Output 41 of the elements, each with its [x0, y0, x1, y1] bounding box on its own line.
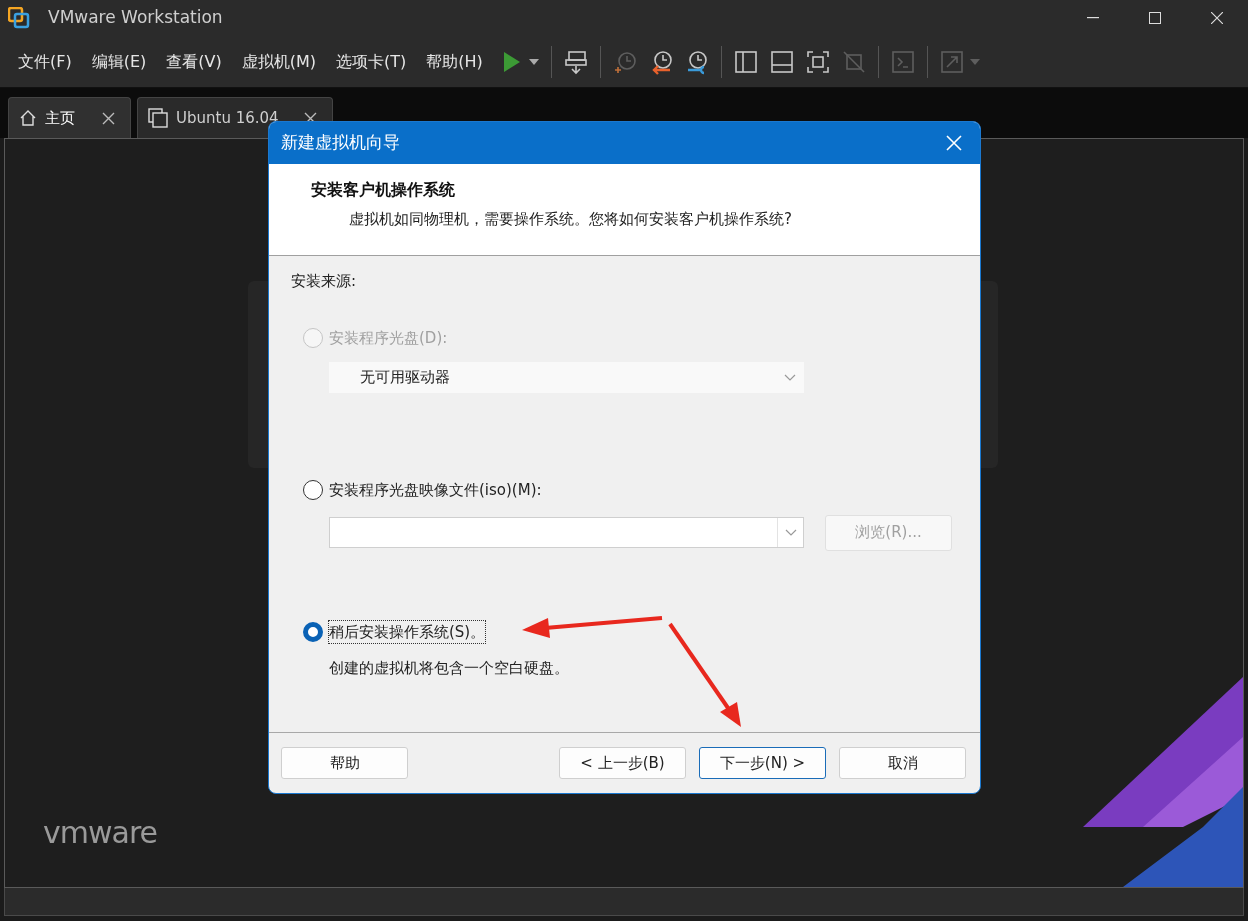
bottom-panel-layout-icon [768, 48, 795, 75]
keyboard-arrow-icon [562, 48, 589, 75]
maximize-icon [1149, 12, 1161, 24]
menu-item[interactable]: 选项卡(T) [326, 45, 417, 78]
dropdown-field[interactable] [329, 517, 804, 548]
menu-item[interactable]: 虚拟机(M) [231, 45, 326, 78]
home-icon [19, 109, 37, 127]
section-label: 安装来源: [291, 271, 358, 292]
close-icon [1211, 12, 1223, 24]
menu-item[interactable]: 帮助(H) [416, 45, 493, 78]
close-icon [946, 135, 962, 151]
page-description: 虚拟机如同物理机，需要操作系统。您将如何安装客户机操作系统? [349, 209, 793, 230]
chevron-down-icon [784, 529, 797, 536]
menu-item[interactable]: 文件(F) [8, 45, 82, 78]
minimize-icon [1087, 17, 1099, 19]
caret-icon [527, 57, 540, 66]
stretch-icon [938, 48, 965, 75]
caret-icon [968, 57, 981, 66]
sidebar-layout-icon [732, 48, 759, 75]
dialog-button[interactable]: < 上一步(B) [559, 747, 686, 779]
menu-item[interactable]: 查看(V) [156, 45, 232, 78]
menu-item[interactable]: 编辑(E) [81, 45, 157, 78]
chevron-down-icon [784, 374, 796, 381]
crossed-window-icon [840, 48, 867, 75]
window-title: VMware Workstation [48, 6, 223, 30]
option-description: 创建的虚拟机将包含一个空白硬盘。 [329, 658, 570, 679]
radio-label[interactable]: 稍后安装操作系统(S)。 [329, 620, 486, 643]
vmware-logo: vmware [43, 814, 158, 852]
console-icon [889, 48, 916, 75]
dialog-button[interactable]: 下一步(N) > [699, 747, 826, 779]
app-logo-icon [8, 7, 30, 29]
radio-button[interactable] [303, 480, 323, 501]
windows-icon [148, 108, 168, 128]
close-icon [102, 111, 115, 125]
radio-label[interactable]: 安装程序光盘映像文件(iso)(M): [329, 479, 542, 502]
page-heading: 安装客户机操作系统 [311, 179, 456, 201]
radio-button[interactable] [303, 621, 323, 642]
dialog-button[interactable]: 取消 [839, 747, 966, 779]
tab[interactable]: 主页 [8, 97, 131, 138]
dialog-button[interactable]: 帮助 [281, 747, 408, 779]
fullscreen-icon [804, 48, 831, 75]
